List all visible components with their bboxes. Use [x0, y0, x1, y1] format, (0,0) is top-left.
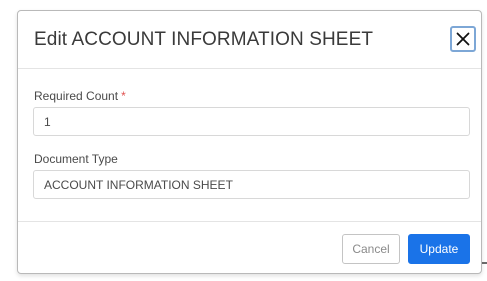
required-count-label: Required Count * [34, 89, 126, 103]
required-count-label-text: Required Count [34, 89, 119, 103]
dialog-footer [18, 221, 481, 222]
update-button[interactable]: Update [408, 234, 470, 264]
edit-dialog: Edit ACCOUNT INFORMATION SHEET Required … [17, 10, 482, 274]
required-marker: * [121, 89, 126, 103]
close-button[interactable] [450, 26, 476, 52]
required-count-input[interactable] [33, 107, 470, 136]
cancel-button[interactable]: Cancel [342, 234, 400, 264]
document-type-input[interactable] [33, 170, 470, 199]
dialog-header: Edit ACCOUNT INFORMATION SHEET [18, 11, 481, 69]
close-icon [456, 32, 470, 46]
dialog-title: Edit ACCOUNT INFORMATION SHEET [34, 29, 374, 50]
document-type-label: Document Type [34, 152, 118, 166]
backdrop-divider [482, 262, 487, 264]
